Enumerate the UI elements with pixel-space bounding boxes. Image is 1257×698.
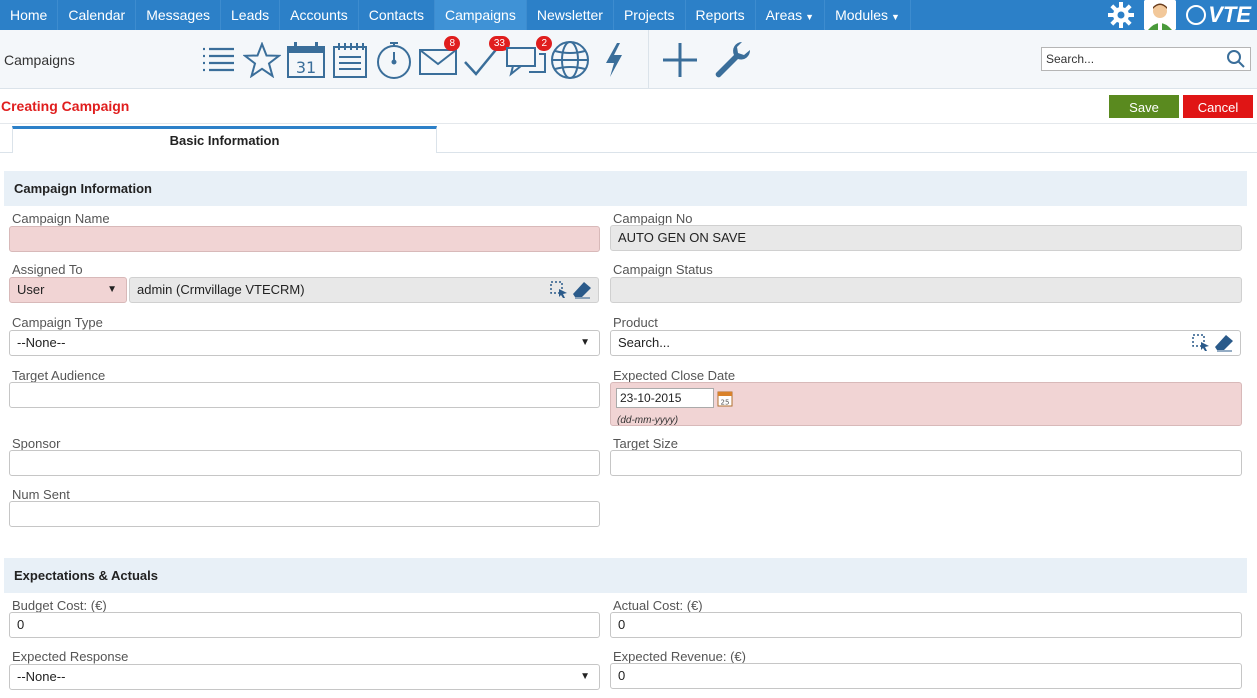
global-search xyxy=(1041,47,1251,71)
vte-logo: VTE xyxy=(1186,2,1251,28)
save-button[interactable]: Save xyxy=(1109,95,1179,118)
campaign-type-label: Campaign Type xyxy=(12,315,103,330)
nav-item-reports[interactable]: Reports xyxy=(686,0,756,30)
campaign-status-label: Campaign Status xyxy=(613,262,713,277)
actual-cost-input[interactable]: 0 xyxy=(610,612,1242,638)
calendar-picker-day: 25 xyxy=(721,399,730,407)
globe-icon[interactable] xyxy=(548,36,592,84)
chevron-down-icon: ▼ xyxy=(805,12,815,22)
num-sent-input[interactable] xyxy=(9,501,600,527)
expected-close-date-input[interactable]: 23-10-2015 xyxy=(616,388,714,408)
nav-item-areas[interactable]: Areas ▼ xyxy=(756,0,826,30)
tab-basic-information[interactable]: Basic Information xyxy=(12,126,437,153)
campaign-type-select[interactable]: --None-- ▼ xyxy=(9,330,600,356)
campaign-name-label: Campaign Name xyxy=(12,211,110,226)
product-field[interactable]: Search... xyxy=(610,330,1241,356)
chevron-down-icon: ▼ xyxy=(107,284,117,295)
top-navigation: Home Calendar Messages Leads Accounts Co… xyxy=(0,0,1257,30)
nav-item-home[interactable]: Home xyxy=(0,0,59,30)
expected-response-select[interactable]: --None-- ▼ xyxy=(9,664,600,690)
sponsor-label: Sponsor xyxy=(12,436,61,451)
assigned-type-select[interactable]: User ▼ xyxy=(9,277,127,303)
target-size-input[interactable] xyxy=(610,450,1242,476)
assigned-to-label: Assigned To xyxy=(12,262,83,277)
calendar-icon[interactable]: 31 xyxy=(284,36,328,84)
section-header-campaign-information: Campaign Information xyxy=(4,171,1247,206)
campaign-name-field[interactable] xyxy=(9,226,600,252)
expected-revenue-label: Expected Revenue: (€) xyxy=(613,649,746,664)
page-title: Creating Campaign xyxy=(1,98,130,114)
expected-revenue-input[interactable]: 0 xyxy=(610,663,1242,689)
nav-item-newsletter[interactable]: Newsletter xyxy=(527,0,614,30)
chevron-down-icon: ▼ xyxy=(580,671,590,682)
campaign-no-label: Campaign No xyxy=(613,211,693,226)
search-input[interactable] xyxy=(1042,49,1217,69)
expected-close-date-container: 23-10-2015 25 (dd-mm-yyyy) xyxy=(610,382,1242,426)
budget-cost-label: Budget Cost: (€) xyxy=(12,598,107,613)
plus-icon[interactable] xyxy=(658,36,702,84)
nav-item-campaigns[interactable]: Campaigns xyxy=(435,0,527,30)
chat-icon[interactable]: 2 xyxy=(504,36,552,84)
nav-item-messages[interactable]: Messages xyxy=(136,0,221,30)
toolbar-divider xyxy=(648,30,649,89)
mail-badge: 8 xyxy=(444,36,460,51)
product-label: Product xyxy=(613,315,658,330)
eraser-icon[interactable] xyxy=(572,281,592,307)
campaign-status-field[interactable] xyxy=(610,277,1242,303)
nav-item-modules[interactable]: Modules ▼ xyxy=(825,0,911,30)
nav-item-contacts[interactable]: Contacts xyxy=(359,0,435,30)
num-sent-label: Num Sent xyxy=(12,487,70,502)
nav-item-leads[interactable]: Leads xyxy=(221,0,281,30)
gear-icon[interactable] xyxy=(1106,0,1136,30)
select-cursor-icon[interactable] xyxy=(1192,334,1210,360)
expected-close-date-label: Expected Close Date xyxy=(613,368,736,383)
date-format-hint: (dd-mm-yyyy) xyxy=(617,415,679,426)
assigned-user-field[interactable]: admin (Crmvillage VTECRM) xyxy=(129,277,599,303)
calendar-day-text: 31 xyxy=(296,58,316,77)
budget-cost-input[interactable]: 0 xyxy=(9,612,600,638)
section-header-expectations-actuals: Expectations & Actuals xyxy=(4,558,1247,593)
sponsor-input[interactable] xyxy=(9,450,600,476)
chevron-down-icon: ▼ xyxy=(580,337,590,348)
logo-icon xyxy=(1186,5,1207,25)
campaign-no-field: AUTO GEN ON SAVE xyxy=(610,225,1242,251)
product-search-placeholder: Search... xyxy=(618,335,671,350)
search-icon[interactable] xyxy=(1226,49,1246,72)
wrench-icon[interactable] xyxy=(710,36,754,84)
clock-icon[interactable] xyxy=(372,36,416,84)
module-toolbar: Campaigns 31 8 33 2 xyxy=(0,30,1257,89)
notes-icon[interactable] xyxy=(328,36,372,84)
mail-icon[interactable]: 8 xyxy=(416,36,460,84)
assigned-type-value: User xyxy=(17,282,45,297)
target-audience-label: Target Audience xyxy=(12,368,106,383)
nav-item-areas-label: Areas xyxy=(765,7,803,23)
nav-item-calendar[interactable]: Calendar xyxy=(58,0,137,30)
nav-item-projects[interactable]: Projects xyxy=(614,0,686,30)
campaign-type-value: --None-- xyxy=(17,335,66,350)
cancel-button[interactable]: Cancel xyxy=(1183,95,1253,118)
star-icon[interactable] xyxy=(240,36,284,84)
module-title: Campaigns xyxy=(4,52,75,68)
target-audience-input[interactable] xyxy=(9,382,600,408)
logo-text: VTE xyxy=(1208,2,1251,27)
divider xyxy=(0,123,1257,124)
assigned-user-value: admin (Crmvillage VTECRM) xyxy=(137,282,305,297)
lightning-icon[interactable] xyxy=(592,36,636,84)
expected-response-label: Expected Response xyxy=(12,649,129,664)
tab-gap xyxy=(13,152,436,153)
chevron-down-icon: ▼ xyxy=(891,12,900,22)
expected-response-value: --None-- xyxy=(17,669,66,684)
target-size-label: Target Size xyxy=(613,436,679,451)
list-icon[interactable] xyxy=(196,36,240,84)
eraser-icon[interactable] xyxy=(1214,334,1234,360)
nav-item-modules-label: Modules xyxy=(835,7,888,23)
check-icon[interactable]: 33 xyxy=(460,36,510,84)
nav-item-accounts[interactable]: Accounts xyxy=(280,0,359,30)
calendar-picker-icon[interactable]: 25 xyxy=(717,389,733,415)
select-cursor-icon[interactable] xyxy=(550,281,568,307)
actual-cost-label: Actual Cost: (€) xyxy=(613,598,703,613)
avatar[interactable] xyxy=(1144,0,1177,30)
